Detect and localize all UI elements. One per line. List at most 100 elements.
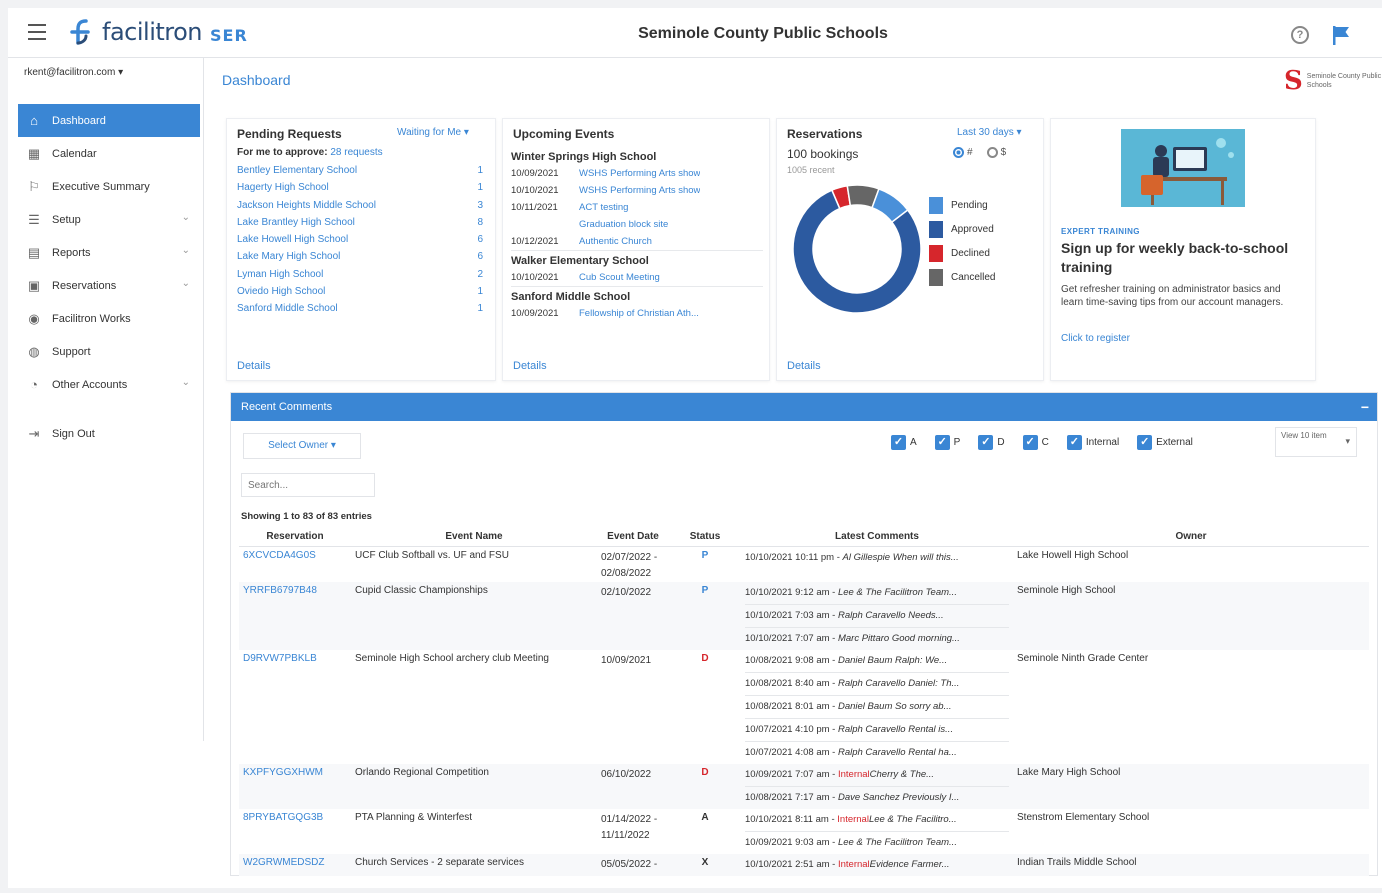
- sidebar-item-reservations[interactable]: ▣ Reservations ⌄: [18, 269, 200, 302]
- event-link[interactable]: Cub Scout Meeting: [579, 269, 660, 286]
- sidebar-item-label: Executive Summary: [52, 180, 150, 193]
- reservation-link[interactable]: W2GRWMEDSDZ: [239, 854, 351, 876]
- event-name-cell: Seminole High School archery club Meetin…: [355, 653, 549, 664]
- reservations-filter-dropdown[interactable]: Last 30 days ▾: [957, 127, 1022, 138]
- sidebar-item-label: Calendar: [52, 147, 97, 160]
- pending-school-link[interactable]: Lyman High School: [237, 266, 437, 283]
- comment-line[interactable]: 10/10/2021 10:11 pm - Al Gillespie When …: [745, 547, 1009, 569]
- internal-tag: Internal: [837, 859, 870, 870]
- filter-checkbox-a[interactable]: ✓ A: [891, 434, 917, 450]
- flag-icon[interactable]: [1330, 24, 1352, 46]
- comment-line[interactable]: 10/10/2021 9:12 am - Lee & The Facilitro…: [745, 582, 1009, 605]
- comment-line[interactable]: 10/07/2021 4:10 pm - Ralph Caravello Ren…: [745, 719, 1009, 742]
- sidebar-item-facilitron-works[interactable]: ◉ Facilitron Works: [18, 302, 200, 335]
- comment-line[interactable]: 10/09/2021 7:07 am - InternalCherry & Th…: [745, 764, 1009, 787]
- event-link[interactable]: WSHS Performing Arts show: [579, 165, 700, 182]
- upcoming-details-link[interactable]: Details: [513, 360, 547, 372]
- event-row: 10/10/2021 WSHS Performing Arts show: [511, 182, 763, 199]
- comment-line[interactable]: 10/07/2021 4:08 am - Ralph Caravello Ren…: [745, 742, 1009, 764]
- comment-line[interactable]: 10/08/2021 8:40 am - Ralph Caravello Dan…: [745, 673, 1009, 696]
- sign-out-button[interactable]: ⇥ Sign Out: [18, 417, 200, 450]
- comments-cell: 10/10/2021 9:12 am - Lee & The Facilitro…: [741, 582, 1013, 650]
- sidebar-item-calendar[interactable]: ▦ Calendar: [18, 137, 200, 170]
- pending-school-link[interactable]: Lake Brantley High School: [237, 214, 437, 231]
- sidebar-item-support[interactable]: ◍ Support: [18, 335, 200, 368]
- event-link[interactable]: Graduation block site: [579, 216, 668, 233]
- pending-school-link[interactable]: Sanford Middle School: [237, 300, 437, 317]
- comment-author: Al Gillespie: [842, 552, 891, 563]
- comment-line[interactable]: 10/10/2021 8:11 am - InternalLee & The F…: [745, 809, 1009, 832]
- pending-school-link[interactable]: Lake Howell High School: [237, 231, 437, 248]
- facilitron-logo[interactable]: facilitron SER: [68, 18, 248, 46]
- filter-checkbox-external[interactable]: ✓ External: [1137, 434, 1193, 450]
- help-icon[interactable]: ?: [1291, 26, 1309, 44]
- column-header-event-date[interactable]: Event Date: [597, 527, 669, 547]
- comment-line[interactable]: 10/08/2021 8:01 am - Daniel Baum So sorr…: [745, 696, 1009, 719]
- event-link[interactable]: Authentic Church: [579, 233, 652, 250]
- pending-details-link[interactable]: Details: [237, 360, 271, 372]
- checkbox-label: A: [910, 436, 917, 448]
- comment-line[interactable]: 10/10/2021 7:03 am - Ralph Caravello Nee…: [745, 605, 1009, 628]
- radio-amount[interactable]: $: [986, 147, 1006, 158]
- sidebar-item-reports[interactable]: ▤ Reports ⌄: [18, 236, 200, 269]
- column-header-owner[interactable]: Owner: [1013, 527, 1369, 547]
- pending-school-link[interactable]: Bentley Elementary School: [237, 162, 437, 179]
- comment-timestamp: 10/08/2021 7:17 am: [745, 792, 830, 803]
- status-cell: D: [669, 764, 741, 809]
- recent-comments-title: Recent Comments: [241, 401, 333, 413]
- event-link[interactable]: WSHS Performing Arts show: [579, 182, 700, 199]
- reservation-link[interactable]: 6XCVCDA4G0S: [239, 547, 351, 583]
- filter-checkbox-p[interactable]: ✓ P: [934, 434, 960, 450]
- comment-line[interactable]: 10/10/2021 2:51 am - InternalEvidence Fa…: [745, 854, 1009, 876]
- filter-checkbox-internal[interactable]: ✓ Internal: [1066, 434, 1120, 450]
- comment-text: Ralph: We...: [895, 655, 948, 666]
- reservation-link[interactable]: YRRFB6797B48: [239, 582, 351, 650]
- column-header-reservation[interactable]: Reservation: [239, 527, 351, 547]
- pending-subtitle-count[interactable]: 28 requests: [330, 147, 382, 158]
- owner-select[interactable]: Select Owner ▾: [243, 433, 361, 459]
- reservation-link[interactable]: 8PRYBATGQG3B: [239, 809, 351, 854]
- hamburger-menu-icon[interactable]: [28, 24, 46, 40]
- sidebar-item-other-accounts[interactable]: ◔ Other Accounts ⌄: [18, 368, 200, 401]
- radio-count[interactable]: #: [953, 147, 973, 158]
- search-input[interactable]: [241, 473, 375, 497]
- checkbox-label: Internal: [1085, 436, 1120, 448]
- column-header-event-name[interactable]: Event Name: [351, 527, 597, 547]
- comment-timestamp: 10/10/2021 9:12 am: [745, 587, 830, 598]
- view-select[interactable]: View 10 item ▾: [1275, 427, 1357, 457]
- column-header-latest-comments[interactable]: Latest Comments: [741, 527, 1013, 547]
- comment-text: Farmer...: [911, 859, 950, 870]
- legend-item-pending[interactable]: Pending: [929, 193, 995, 217]
- event-link[interactable]: Fellowship of Christian Ath...: [579, 305, 699, 322]
- pending-school-link[interactable]: Lake Mary High School: [237, 248, 437, 265]
- checkbox-checked-icon: ✓: [978, 434, 994, 450]
- breadcrumb[interactable]: Dashboard: [222, 72, 291, 88]
- pending-school-link[interactable]: Oviedo High School: [237, 283, 437, 300]
- user-menu[interactable]: rkent@facilitron.com ▾: [24, 67, 123, 78]
- comment-line[interactable]: 10/09/2021 9:03 am - Lee & The Facilitro…: [745, 832, 1009, 854]
- legend-item-approved[interactable]: Approved: [929, 217, 995, 241]
- comment-line[interactable]: 10/10/2021 7:07 am - Marc Pittaro Good m…: [745, 628, 1009, 650]
- reservations-details-link[interactable]: Details: [787, 360, 821, 372]
- filter-checkbox-d[interactable]: ✓ D: [978, 434, 1005, 450]
- collapse-icon[interactable]: −: [1361, 399, 1369, 415]
- status-cell: P: [669, 547, 741, 583]
- promo-register-link[interactable]: Click to register: [1061, 333, 1130, 344]
- legend-item-declined[interactable]: Declined: [929, 241, 995, 265]
- sidebar-item-executive-summary[interactable]: ⚐ Executive Summary: [18, 170, 200, 203]
- comment-line[interactable]: 10/08/2021 7:17 am - Dave Sanchez Previo…: [745, 787, 1009, 809]
- reservation-link[interactable]: KXPFYGGXHWM: [239, 764, 351, 809]
- comment-text: The Facilitron Team...: [865, 587, 957, 598]
- filter-checkbox-c[interactable]: ✓ C: [1022, 434, 1049, 450]
- legend-item-cancelled[interactable]: Cancelled: [929, 265, 995, 289]
- reservation-link[interactable]: D9RVW7PBKLB: [239, 650, 351, 764]
- comment-line[interactable]: 10/08/2021 9:08 am - Daniel Baum Ralph: …: [745, 650, 1009, 673]
- sidebar-item-dashboard[interactable]: ⌂ Dashboard: [18, 104, 200, 137]
- pending-filter-dropdown[interactable]: Waiting for Me ▾: [397, 127, 469, 138]
- entries-info: Showing 1 to 83 of 83 entries: [241, 511, 372, 522]
- event-link[interactable]: ACT testing: [579, 199, 628, 216]
- pending-school-link[interactable]: Jackson Heights Middle School: [237, 197, 437, 214]
- sidebar-item-setup[interactable]: ☰ Setup ⌄: [18, 203, 200, 236]
- pending-school-link[interactable]: Hagerty High School: [237, 179, 437, 196]
- column-header-status[interactable]: Status: [669, 527, 741, 547]
